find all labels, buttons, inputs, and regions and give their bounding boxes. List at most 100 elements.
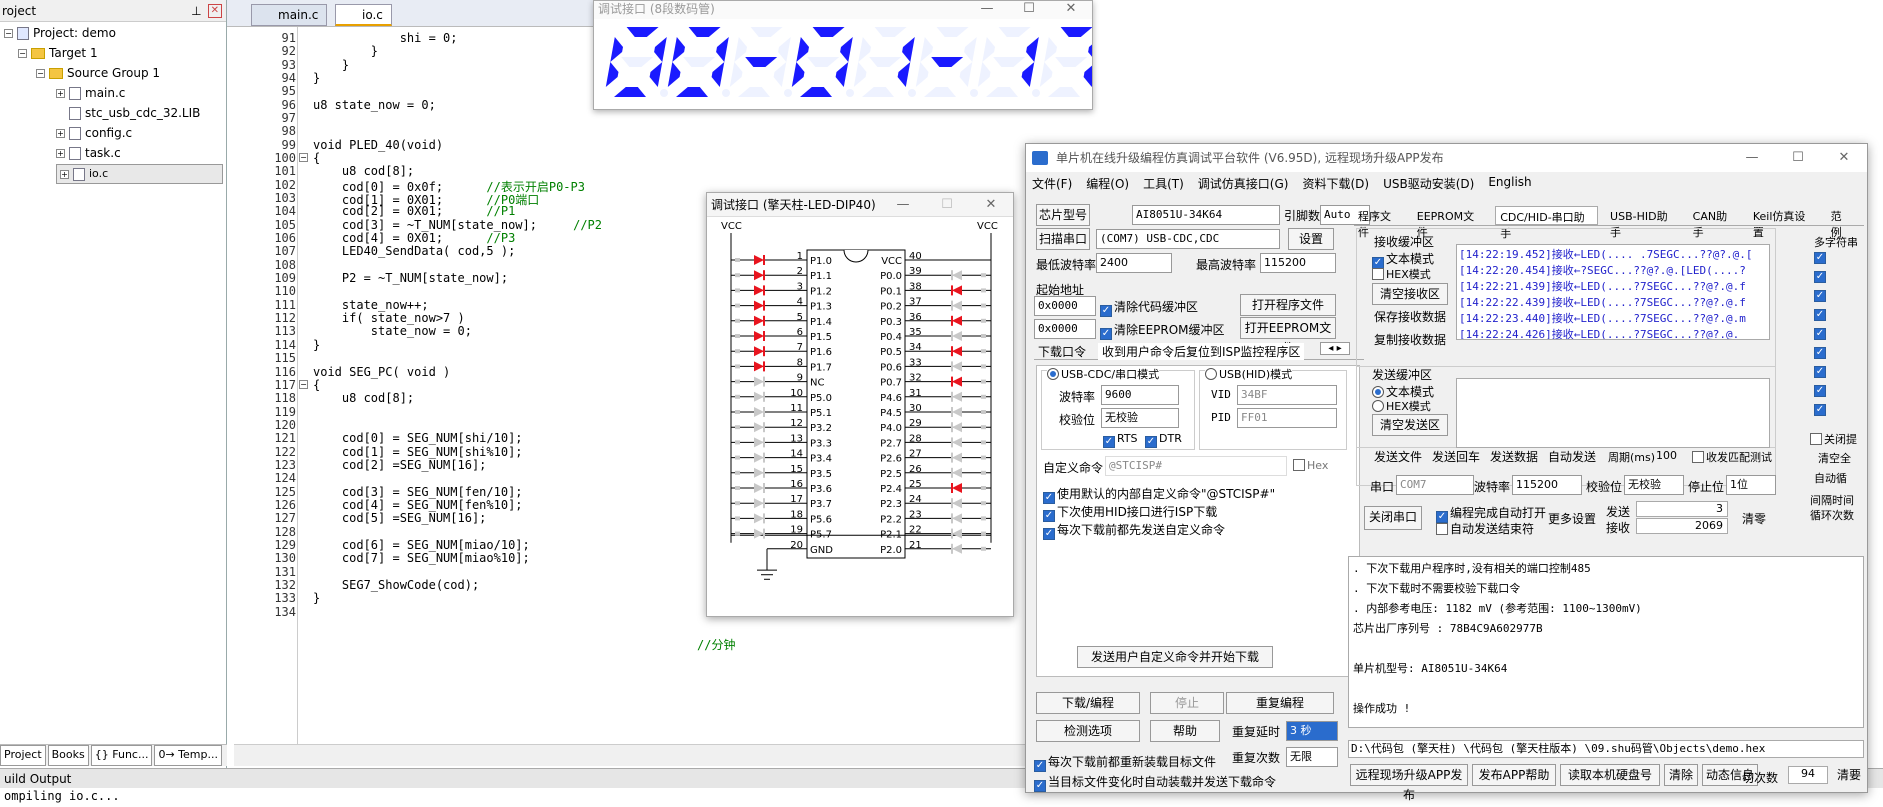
multi-string-checkbox[interactable]: ✓ (1814, 290, 1826, 302)
code-line[interactable]: u8 cod[8]; (313, 164, 414, 178)
default-command-check[interactable]: ✓ 使用默认的内部自定义命令"@STCISP#" (1043, 485, 1275, 504)
expand-icon[interactable]: + (56, 128, 65, 138)
multi-string-checkbox[interactable]: ✓ (1814, 366, 1826, 378)
collapse-icon[interactable]: − (4, 28, 13, 38)
min-baud-select[interactable]: 2400 (1096, 253, 1172, 273)
code-line[interactable]: } (313, 71, 320, 85)
menu-item[interactable]: USB驱动安装(D) (1383, 175, 1474, 192)
tx-textarea[interactable] (1456, 378, 1770, 448)
tab-main-c[interactable]: main.c (251, 4, 328, 26)
close-icon[interactable]: ✕ (1821, 144, 1867, 172)
code-line[interactable]: void PLED_40(void) (313, 138, 443, 152)
tree-item[interactable]: − Project: demo (4, 24, 116, 42)
more-settings-button[interactable]: 更多设置 (1544, 508, 1600, 530)
tree-item[interactable]: +stc_usb_cdc_32.LIB (56, 104, 200, 122)
download-program-button[interactable]: 下载/编程 (1036, 692, 1140, 714)
help-button[interactable]: 帮助 (1150, 720, 1220, 742)
hex-mode-check[interactable]: HEX模式 (1372, 266, 1431, 282)
max-baud-select[interactable]: 115200 (1260, 253, 1336, 273)
collapse-icon[interactable]: − (36, 68, 45, 78)
tx-hex-mode-radio[interactable]: HEX模式 (1372, 398, 1431, 414)
code-line[interactable]: shi = 0; (313, 31, 458, 45)
minimize-icon[interactable]: — (1729, 144, 1775, 172)
multi-string-checkbox[interactable]: ✓ (1814, 271, 1826, 283)
rx-textarea[interactable]: [14:22:19.452]接收←LED(.... .7SEGC...??@?.… (1456, 244, 1770, 340)
multi-string-checkbox[interactable]: ✓ (1814, 404, 1826, 416)
dtr-check[interactable]: ✓ DTR (1145, 432, 1182, 448)
clear-count-button[interactable]: 清零 (1734, 508, 1774, 530)
parity2-select[interactable]: 无校验 (1624, 475, 1684, 495)
right-tab[interactable]: EEPROM文件 (1413, 206, 1487, 239)
code-line[interactable]: P2 = ~T_NUM[state_now]; (313, 271, 508, 285)
bottom-button[interactable]: 发布APP帮助 (1472, 764, 1556, 786)
baud2-select[interactable]: 115200 (1512, 475, 1582, 495)
tree-item[interactable]: + task.c (56, 144, 121, 162)
fold-icon[interactable]: − (299, 379, 308, 389)
clear-rx-button[interactable]: 清空接收区 (1372, 283, 1448, 305)
code-line[interactable]: u8 state_now = 0; (313, 98, 436, 112)
tab-scroll-arrows[interactable]: ◂ ▸ (1320, 342, 1350, 355)
baud-select[interactable]: 9600 (1101, 385, 1179, 405)
expand-icon[interactable]: + (56, 88, 65, 98)
code-line[interactable]: cod[2] =SEG_NUM[16]; (313, 458, 487, 472)
right-tab[interactable]: CDC/HID-串口助手 (1495, 206, 1599, 240)
clear-all-button[interactable]: 清空全 (1818, 450, 1851, 466)
rx-match-check[interactable]: 收发匹配测试 (1692, 449, 1772, 465)
auto-loop-button[interactable]: 自动循 (1814, 470, 1847, 486)
code-line[interactable]: } (313, 44, 378, 58)
settings-button[interactable]: 设置 (1288, 228, 1334, 250)
port-select[interactable]: (COM7) USB-CDC,CDC (1096, 229, 1280, 249)
code-line[interactable]: SEG7_ShowCode(cod); (313, 578, 479, 592)
tree-item[interactable]: − Source Group 1 (36, 64, 160, 82)
reload-each-check[interactable]: ✓ 每次下载前都重新装载目标文件 (1034, 753, 1216, 772)
stop-bits-select[interactable]: 1位 (1726, 475, 1776, 495)
code-line[interactable]: void SEG_PC( void ) (313, 365, 450, 379)
code-address-input[interactable]: 0x0000 (1034, 296, 1096, 316)
code-line[interactable]: cod[4] = 0X01; //P3 (313, 231, 515, 245)
send-cr-button[interactable]: 发送回车 (1428, 446, 1484, 468)
hid-mode-radio[interactable]: USB(HID)模式 (1205, 366, 1293, 382)
right-tab[interactable]: 程序文件 (1354, 206, 1405, 239)
hex-check[interactable]: Hex (1293, 459, 1328, 472)
code-line[interactable]: cod[7] = SEG_NUM[miao%10]; (313, 551, 530, 565)
repeat-count-select[interactable]: 无限 (1286, 747, 1338, 767)
send-data-button[interactable]: 发送数据 (1486, 446, 1542, 468)
code-line[interactable]: } (313, 591, 320, 605)
multi-string-checkbox[interactable]: ✓ (1814, 347, 1826, 359)
bottom-button[interactable]: 清除 (1664, 764, 1698, 786)
pin-icon[interactable]: ⊥ (191, 4, 201, 18)
cdc-mode-radio[interactable]: USB-CDC/串口模式 (1047, 366, 1160, 382)
right-tab[interactable]: 范例 (1827, 206, 1856, 239)
fold-icon[interactable]: − (299, 153, 308, 163)
eeprom-address-input[interactable]: 0x0000 (1034, 319, 1096, 339)
code-line[interactable]: cod[0] = SEG_NUM[shi/10]; (313, 431, 523, 445)
close-icon[interactable]: ✕ (1050, 1, 1092, 17)
reprogram-button[interactable]: 重复编程 (1226, 692, 1334, 714)
send-file-button[interactable]: 发送文件 (1370, 446, 1426, 468)
tab-download-password[interactable]: 下载口令 (1038, 343, 1086, 360)
close-icon[interactable]: ✕ (207, 3, 222, 18)
menu-item[interactable]: 编程(O) (1086, 175, 1129, 192)
bottom-button[interactable]: 远程现场升级APP发布 (1350, 764, 1468, 802)
period-value[interactable]: 100 (1656, 449, 1677, 462)
code-line[interactable]: cod[3] = ~T_NUM[state_now]; //P2 (313, 218, 602, 232)
tree-item[interactable]: + io.c (56, 164, 223, 184)
auto-send-button[interactable]: 自动发送 (1544, 446, 1600, 468)
bottom-button[interactable]: 读取本机硬盘号 (1560, 764, 1660, 786)
maximize-icon[interactable]: ☐ (1775, 144, 1821, 172)
clear-eeprom-buffer-check[interactable]: ✓ 清除EEPROM缓冲区 (1100, 321, 1225, 340)
multi-string-checkbox[interactable]: ✓ (1814, 252, 1826, 264)
menu-item[interactable]: English (1488, 175, 1531, 192)
tab-project[interactable]: Project (0, 745, 46, 766)
expand-icon[interactable]: + (60, 169, 69, 179)
maximize-icon[interactable]: ☐ (1008, 1, 1050, 17)
rts-check[interactable]: ✓ RTS (1103, 432, 1138, 448)
custom-command-input[interactable]: @STCISP# (1105, 456, 1287, 476)
code-line[interactable]: cod[2] = 0X01; //P1 (313, 204, 515, 218)
code-line[interactable]: } (313, 338, 320, 352)
open-program-file-button[interactable]: 打开程序文件 (1240, 294, 1336, 316)
menu-item[interactable]: 资料下载(D) (1302, 175, 1369, 192)
code-line[interactable]: cod[3] = SEG_NUM[fen/10]; (313, 485, 523, 499)
tab-reset-to-isp[interactable]: 收到用户命令后复位到ISP监控程序区 (1098, 343, 1305, 360)
collapse-icon[interactable]: − (18, 48, 27, 58)
